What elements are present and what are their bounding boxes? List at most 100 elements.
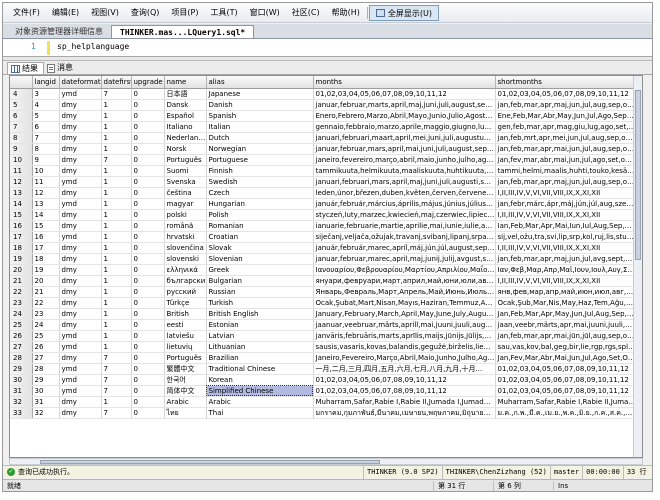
results-grid[interactable]: langid dateformat datefirst upgrade name alia… — [9, 75, 643, 458]
grid-cell[interactable]: magyar — [164, 198, 207, 210]
row-number[interactable]: 6 — [10, 110, 33, 122]
table-row[interactable]: 13 12 dmy 1 0 čeština Czech leden,únor,březen,d… — [10, 187, 637, 199]
grid-cell[interactable]: Ocak,Şub,Mar,Nis,May,Haz,Tem,Ağu,Eyl,Eki… — [495, 297, 637, 309]
grid-cell[interactable]: dmy — [59, 165, 102, 177]
grid-cell[interactable]: jan,feb,mar,apr,maj,jun,jul,aug,sep,okt,… — [495, 99, 637, 111]
menu-item[interactable]: 社区(C) — [286, 5, 326, 21]
grid-cell[interactable]: 1 — [101, 396, 132, 408]
table-row[interactable]: 31 30 ymd 7 0 简体中文 Simplified Chinese 01,02,03,… — [10, 385, 637, 397]
grid-cell[interactable]: British — [164, 308, 207, 320]
grid-cell[interactable]: Russian — [206, 286, 314, 298]
row-number[interactable]: 33 — [10, 407, 33, 419]
grid-cell[interactable]: jaan,veebr,märts,apr,mai,juuni,juuli,aug… — [495, 319, 637, 331]
grid-cell[interactable]: 01,02,03,04,05,06,07,08,09,10,11,12 — [313, 385, 496, 397]
grid-cell[interactable]: Turkish — [206, 297, 314, 309]
menu-item[interactable]: 编辑(E) — [46, 5, 85, 21]
grid-cell[interactable]: 1 — [101, 330, 132, 342]
grid-cell[interactable]: dmy — [59, 143, 102, 155]
grid-cell[interactable]: 1 — [101, 209, 132, 221]
grid-cell[interactable]: 0 — [131, 110, 165, 122]
table-row[interactable]: 26 25 ymd 1 0 latviešu Latvian janvāris,februār… — [10, 330, 637, 342]
grid-cell[interactable]: dmy — [59, 275, 102, 287]
grid-cell[interactable]: 24 — [32, 319, 60, 331]
column-header[interactable]: langid — [32, 76, 60, 89]
grid-cell[interactable]: 01,02,03,04,05,06,07,08,09,10,11,12 — [495, 374, 637, 386]
grid-cell[interactable]: dmy — [59, 264, 102, 276]
grid-cell[interactable]: ymd — [59, 374, 102, 386]
grid-cell[interactable]: Español — [164, 110, 207, 122]
row-number[interactable]: 13 — [10, 187, 33, 199]
grid-cell[interactable]: 0 — [131, 264, 165, 276]
grid-cell[interactable]: jan,feb,mar,apr,mai,jūn,jūl,aug,sep,okt,… — [495, 330, 637, 342]
grid-cell[interactable]: 5 — [32, 110, 60, 122]
grid-cell[interactable]: 1 — [101, 275, 132, 287]
grid-cell[interactable]: januar,februar,marec,april,maj,junij,jul… — [313, 253, 496, 265]
table-row[interactable]: 7 6 dmy 1 0 Italiano Italian gennaio,febbraio,m… — [10, 121, 637, 133]
query-editor[interactable]: 1 sp_helplanguage — [3, 39, 652, 57]
grid-cell[interactable]: 1 — [101, 231, 132, 243]
column-header[interactable]: upgrade — [131, 76, 165, 89]
grid-cell[interactable]: 0 — [131, 231, 165, 243]
grid-cell[interactable]: 1 — [101, 264, 132, 276]
row-number[interactable]: 22 — [10, 286, 33, 298]
grid-cell[interactable]: januari,februari,mars,april,maj,juni,jul… — [313, 176, 496, 188]
grid-cell[interactable]: 31 — [32, 396, 60, 408]
grid-cell[interactable]: 7 — [101, 407, 132, 419]
grid-cell[interactable]: 7 — [101, 363, 132, 375]
grid-cell[interactable]: 0 — [131, 275, 165, 287]
grid-cell[interactable]: 1 — [101, 132, 132, 144]
grid-cell[interactable]: 20 — [32, 275, 60, 287]
table-row[interactable]: 25 24 dmy 1 0 eesti Estonian jaanuar,veebruar,m… — [10, 319, 637, 331]
grid-cell[interactable]: sau,vas,kov,bal,geg,bir,lie,rgp,rgs,spl,… — [495, 341, 637, 353]
grid-cell[interactable]: 22 — [32, 297, 60, 309]
grid-cell[interactable]: 3 — [32, 88, 60, 100]
tab-messages[interactable]: 消息 — [44, 62, 78, 74]
grid-cell[interactable]: Norwegian — [206, 143, 314, 155]
table-row[interactable]: 9 8 dmy 1 0 Norsk Norwegian januar,februar,mars… — [10, 143, 637, 155]
table-row[interactable]: 19 18 dmy 1 0 slovenski Slovenian januar,februa… — [10, 253, 637, 265]
grid-cell[interactable]: dmy — [59, 121, 102, 133]
column-header[interactable]: name — [164, 76, 207, 89]
grid-cell[interactable]: dmy — [59, 308, 102, 320]
grid-cell[interactable]: tammi,helmi,maalis,huhti,touko,kesä,hein… — [495, 165, 637, 177]
grid-cell[interactable]: 0 — [131, 198, 165, 210]
column-header[interactable]: dateformat — [59, 76, 102, 89]
grid-cell[interactable]: jan,feb,mar,apr,maj,jun,jul,aug,sep,okt,… — [495, 176, 637, 188]
table-row[interactable]: 29 28 ymd 7 0 繁體中文 Traditional Chinese 一月,二月,三月… — [10, 363, 637, 375]
grid-cell[interactable]: Português — [164, 352, 207, 364]
table-row[interactable]: 11 10 dmy 1 0 Suomi Finnish tammikuuta,helmikuu… — [10, 165, 637, 177]
grid-cell[interactable]: Jan,Feb,Mar,Apr,May,Jun,Jul,Aug,Sep,Oct,… — [495, 308, 637, 320]
grid-cell[interactable]: polski — [164, 209, 207, 221]
grid-cell[interactable]: dmy — [59, 209, 102, 221]
grid-cell[interactable]: 0 — [131, 132, 165, 144]
grid-cell[interactable]: dmy — [59, 110, 102, 122]
grid-cell[interactable]: sausis,vasaris,kovas,balandis,gegužė,bir… — [313, 341, 496, 353]
grid-cell[interactable]: Arabic — [164, 396, 207, 408]
grid-cell[interactable]: 0 — [131, 407, 165, 419]
grid-cell[interactable]: ymd — [59, 231, 102, 243]
grid-cell[interactable]: ymd — [59, 88, 102, 100]
grid-cell[interactable]: 1 — [101, 187, 132, 199]
grid-cell[interactable]: Simplified Chinese — [206, 385, 314, 397]
grid-cell[interactable]: dmy — [59, 220, 102, 232]
grid-cell[interactable]: gennaio,febbraio,marzo,aprile,maggio,giu… — [313, 121, 496, 133]
grid-cell[interactable]: tammikuuta,helmikuuta,maaliskuuta,huhtik… — [313, 165, 496, 177]
grid-cell[interactable]: 0 — [131, 363, 165, 375]
grid-cell[interactable]: janvāris,februāris,marts,aprīlis,maijs,j… — [313, 330, 496, 342]
table-row[interactable]: 32 31 dmy 1 0 Arabic Arabic Muharram,Safar,Rabi… — [10, 396, 637, 408]
grid-cell[interactable]: 0 — [131, 220, 165, 232]
grid-cell[interactable]: dmy — [59, 99, 102, 111]
code-text[interactable]: sp_helplanguage — [57, 42, 129, 51]
grid-cell[interactable]: Thai — [206, 407, 314, 419]
grid-cell[interactable]: Slovak — [206, 242, 314, 254]
grid-cell[interactable]: 12 — [32, 187, 60, 199]
grid-cell[interactable]: Hungarian — [206, 198, 314, 210]
menu-item[interactable]: 项目(P) — [165, 5, 204, 21]
table-row[interactable]: 33 32 dmy 7 0 ไทย Thai มกราคม,กุมภาพันธ์,มีนาคม… — [10, 407, 637, 419]
row-number[interactable]: 25 — [10, 319, 33, 331]
grid-cell[interactable]: 一月,二月,三月,四月,五月,六月,七月,八月,九月,十月... — [313, 363, 496, 375]
grid-cell[interactable]: 1 — [101, 297, 132, 309]
grid-cell[interactable]: ianuarie,februarie,martie,aprilie,mai,iu… — [313, 220, 496, 232]
grid-cell[interactable]: jaanuar,veebruar,märts,aprill,mai,juuni,… — [313, 319, 496, 331]
grid-cell[interactable]: Ocak,Şubat,Mart,Nisan,Mayıs,Haziran,Temm… — [313, 297, 496, 309]
